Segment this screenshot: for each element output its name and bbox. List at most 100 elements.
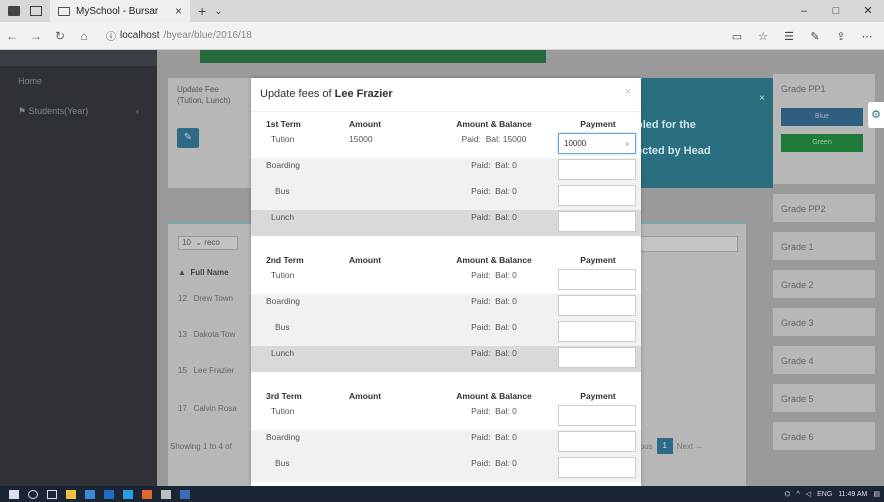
maximize-button[interactable]: □	[820, 0, 852, 22]
sidebar-item-students[interactable]: ⚑ Students(Year) ‹	[0, 96, 157, 127]
start-icon[interactable]	[9, 489, 19, 499]
network-icon[interactable]: ⌬	[784, 490, 790, 498]
fee-row: Bus Paid: Bal: 0	[251, 184, 641, 210]
favorite-star-icon[interactable]: ☆	[750, 30, 776, 43]
back-icon[interactable]: ←	[0, 29, 24, 43]
fee-balance: Paid: Bal: 0	[471, 322, 517, 332]
payment-input[interactable]	[558, 211, 636, 232]
table-row[interactable]: 17 Calvin Rosa	[178, 404, 237, 413]
amount-header: Amount	[349, 255, 382, 265]
payment-input[interactable]	[558, 159, 636, 180]
page-length-select[interactable]: 10 ⌄ reco	[178, 236, 238, 250]
forward-icon[interactable]: →	[24, 29, 48, 43]
page-icon	[58, 6, 70, 16]
column-header-full-name[interactable]: ▲ Full Name	[178, 268, 229, 277]
sidebar: Home ⚑ Students(Year) ‹	[0, 50, 157, 486]
grade-card-pp1: Grade PP1 Blue Green	[773, 74, 875, 184]
info-text-1: bled for the	[636, 119, 696, 131]
edge-icon[interactable]	[85, 489, 95, 499]
chevron-up-icon[interactable]: ^	[796, 491, 799, 498]
modal-close-button[interactable]: ×	[625, 86, 631, 98]
grade-card[interactable]: Grade 2	[773, 270, 875, 298]
info-icon[interactable]: ⓘ	[106, 28, 116, 43]
table-row[interactable]: 13 Dakota Tow	[178, 330, 235, 339]
payment-input[interactable]	[558, 269, 636, 290]
clear-input-icon[interactable]: ×	[625, 139, 630, 149]
url-field[interactable]: ⓘ localhost/byear/blue/2016/18	[106, 28, 252, 43]
browser-toolbar: ▭ ☆ ☰ ✎ ⇪ ⋯	[724, 22, 880, 50]
grade-card[interactable]: Grade PP2	[773, 194, 875, 222]
store-icon[interactable]	[104, 489, 114, 499]
tab-list-chevron-icon[interactable]: ⌄	[214, 6, 222, 17]
new-tab-button[interactable]: +	[198, 3, 206, 19]
app-icon[interactable]	[180, 489, 190, 499]
sidebar-item-home[interactable]: Home	[0, 66, 157, 96]
green-stream-button[interactable]: Green	[781, 134, 863, 152]
page-1-button[interactable]: 1	[656, 438, 673, 454]
term-name: 3rd Term	[266, 391, 302, 401]
grade-card[interactable]: Grade 1	[773, 232, 875, 260]
next-page-button[interactable]: Next →	[677, 442, 704, 451]
fee-row: Bus Paid: Bal: 0	[251, 320, 641, 346]
table-row[interactable]: 15 Lee Frazier	[178, 366, 234, 375]
volume-icon[interactable]: ◁	[806, 490, 811, 498]
payment-input[interactable]	[558, 431, 636, 452]
settings-gear-icon[interactable]: ⚙	[868, 102, 884, 128]
pen-icon[interactable]: ✎	[802, 30, 828, 43]
home-icon[interactable]: ⌂	[72, 29, 96, 43]
fee-item: Lunch	[271, 212, 295, 222]
fee-amount	[325, 404, 417, 406]
payment-input[interactable]	[558, 321, 636, 342]
close-window-button[interactable]: ✕	[852, 0, 884, 22]
task-view-icon[interactable]	[47, 489, 57, 499]
edit-button[interactable]: ✎	[177, 128, 199, 148]
grade-card[interactable]: Grade 6	[773, 422, 875, 450]
more-icon[interactable]: ⋯	[854, 30, 880, 43]
term-header: 1st Term Amount Amount & Balance Payment	[251, 112, 641, 132]
reading-view-icon[interactable]: ▭	[724, 30, 750, 43]
grade-card[interactable]: Grade 5	[773, 384, 875, 412]
balance-header: Amount & Balance	[456, 255, 532, 265]
amount-header: Amount	[349, 119, 382, 129]
notifications-icon[interactable]: ▤	[873, 490, 880, 498]
amount-header: Amount	[349, 391, 382, 401]
app-icon[interactable]	[161, 489, 171, 499]
payment-input[interactable]	[558, 295, 636, 316]
close-icon[interactable]: ×	[759, 86, 765, 112]
window-menu-icon[interactable]	[8, 6, 20, 16]
app-icon[interactable]	[123, 489, 133, 499]
browser-tab[interactable]: MySchool - Bursar ×	[50, 0, 190, 22]
payment-input[interactable]	[558, 347, 636, 368]
fee-balance: Paid: Bal: 0	[471, 186, 517, 196]
fee-amount	[325, 430, 417, 432]
language-indicator[interactable]: ENG	[817, 491, 832, 498]
app-icon[interactable]	[142, 489, 152, 499]
payment-input[interactable]	[558, 185, 636, 206]
grade-card[interactable]: Grade 3	[773, 308, 875, 336]
blue-stream-button[interactable]: Blue	[781, 108, 863, 126]
term-section: 3rd Term Amount Amount & Balance Payment Tut…	[251, 384, 641, 482]
balance-header: Amount & Balance	[456, 119, 532, 129]
payment-input[interactable]	[558, 457, 636, 478]
fee-amount	[325, 320, 417, 322]
term-name: 1st Term	[266, 119, 301, 129]
file-explorer-icon[interactable]	[66, 489, 76, 499]
table-row[interactable]: 12 Drew Town	[178, 294, 233, 303]
term-section: 1st Term Amount Amount & Balance Payment Tut…	[251, 112, 641, 236]
clock[interactable]: 11:49 AM	[838, 491, 867, 498]
refresh-icon[interactable]: ↻	[48, 29, 72, 43]
fee-amount	[325, 456, 417, 458]
sidebar-item-label: ⚑ Students(Year)	[18, 106, 89, 116]
student-name: Lee Frazier	[334, 88, 393, 100]
favorites-hub-icon[interactable]: ☰	[776, 30, 802, 43]
payment-input[interactable]: 10000 ×	[558, 133, 636, 154]
minimize-button[interactable]: –	[788, 0, 820, 22]
tab-actions-icon[interactable]	[30, 6, 42, 16]
close-tab-icon[interactable]: ×	[175, 4, 182, 18]
share-icon[interactable]: ⇪	[828, 30, 854, 43]
search-icon[interactable]	[28, 489, 38, 499]
fee-row: Boarding Paid: Bal: 0	[251, 158, 641, 184]
grade-card[interactable]: Grade 4	[773, 346, 875, 374]
payment-input[interactable]	[558, 405, 636, 426]
search-input[interactable]	[626, 236, 738, 252]
